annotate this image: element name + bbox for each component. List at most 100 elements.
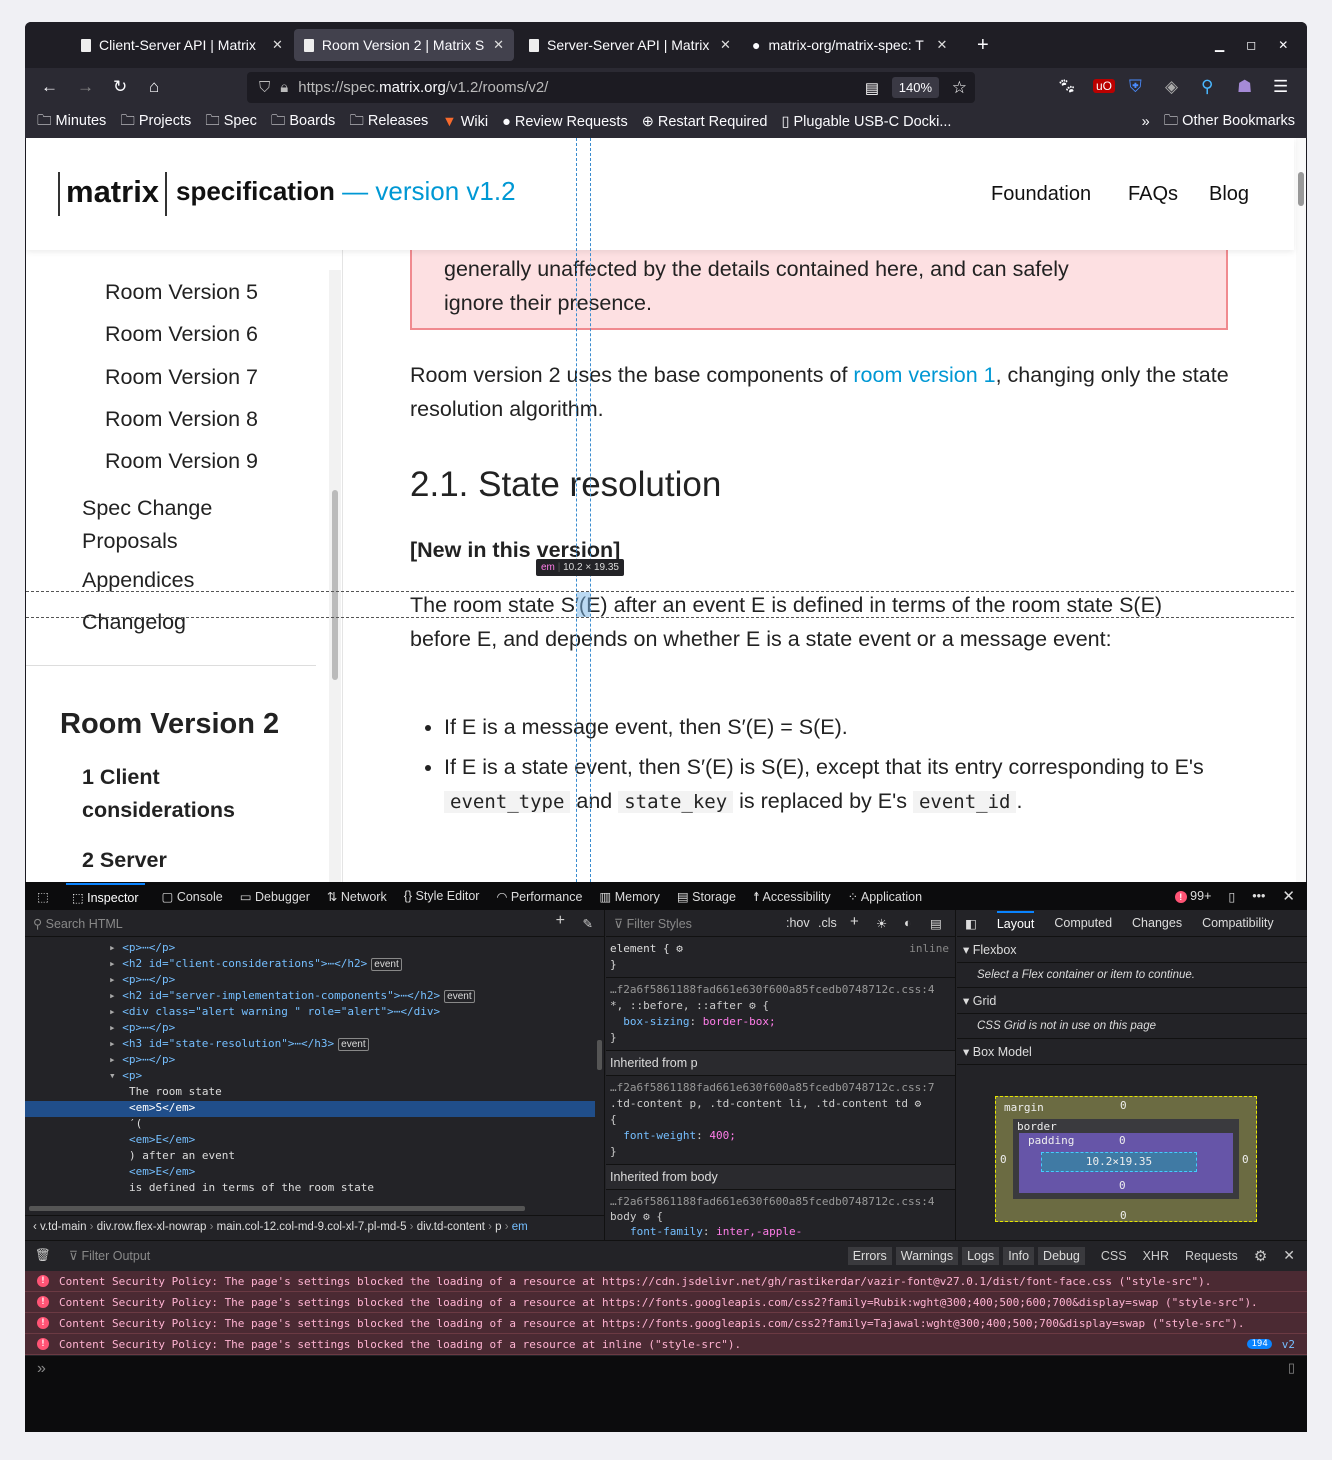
extension-icon[interactable]: 🐾︎ [1057, 77, 1076, 95]
console-input[interactable]: » ▯ [25, 1356, 1307, 1432]
tab-storage[interactable]: ▤ Storage [677, 889, 736, 904]
bookmark-minutes[interactable]: 🗀︎ Minutes [37, 110, 106, 135]
pick-element-icon[interactable]: ⬚ [37, 889, 49, 904]
expand-toggle-icon[interactable]: ▸ [109, 1005, 122, 1018]
responsive-mode-icon[interactable]: ▯ [1228, 889, 1235, 904]
bookmarks-overflow-button[interactable]: » [1142, 114, 1150, 130]
bookmark-releases[interactable]: 🗀︎ Releases [349, 110, 428, 135]
room-version-1-link[interactable]: room version 1 [853, 363, 995, 387]
bookmark-wiki[interactable]: ▼ Wiki [442, 114, 488, 130]
breadcrumb-prev[interactable]: ‹ [33, 1221, 40, 1233]
bookmark-spec[interactable]: 🗀︎ Spec [205, 110, 257, 135]
bookmark-other[interactable]: 🗀︎ Other Bookmarks [1164, 110, 1295, 135]
dark-mode-icon[interactable]: ◐ [904, 916, 912, 930]
sidebar-toggle-icon[interactable]: ◧ [965, 916, 977, 931]
print-icon[interactable]: ▤ [930, 916, 942, 931]
expand-toggle-icon[interactable]: ▸ [109, 957, 122, 970]
bitwarden-icon[interactable]: ⛨ [1129, 77, 1142, 97]
nav-foundation[interactable]: Foundation [991, 183, 1091, 206]
extension-icon[interactable]: ☗ [1237, 77, 1252, 97]
tab-layout[interactable]: Layout [996, 911, 1035, 935]
html-node[interactable]: is defined in terms of the room state [25, 1181, 595, 1197]
tab-github[interactable]: ● matrix-org/matrix-spec: T ✕ [742, 29, 957, 61]
toc-item[interactable]: 2 Server [82, 848, 167, 873]
close-split-console-icon[interactable]: ✕ [1283, 1247, 1295, 1264]
html-node[interactable]: ′( [25, 1117, 595, 1133]
sidebar-item[interactable]: Room Version 6 [105, 322, 258, 347]
flexbox-section[interactable]: ▾ Flexbox [957, 937, 1307, 963]
tab-console[interactable]: ▢ Console [162, 889, 223, 904]
sidebar-section[interactable]: Spec Change Proposals [82, 492, 262, 558]
tab-client-server[interactable]: Client-Server API | Matrix ✕ [71, 29, 293, 61]
tab-style-editor[interactable]: {} Style Editor [404, 889, 480, 903]
filter-output-input[interactable]: ⊽ Filter Output [69, 1248, 150, 1263]
trash-icon[interactable]: 🗑︎ [35, 1248, 51, 1263]
filter-debug[interactable]: Debug [1038, 1246, 1085, 1265]
sidebar-item[interactable]: Room Version 7 [105, 365, 258, 390]
zoom-level[interactable]: 140% [891, 77, 939, 98]
bookmark-boards[interactable]: 🗀︎ Boards [271, 110, 335, 135]
search-html-input[interactable]: ⚲ Search HTML + ✎ [25, 910, 605, 937]
filter-requests[interactable]: Requests [1185, 1249, 1238, 1263]
event-badge[interactable]: event [371, 958, 402, 971]
expand-toggle-icon[interactable]: ▸ [109, 1037, 122, 1050]
sidebar-scrollbar[interactable] [329, 270, 341, 882]
tab-application[interactable]: ⁘ Application [848, 889, 922, 904]
rule-source[interactable]: …f2a6f5861188fad661e630f600a85fcedb07487… [610, 1080, 951, 1096]
close-icon[interactable]: ✕ [493, 37, 504, 53]
tab-network[interactable]: ⇅ Network [327, 889, 387, 904]
filter-errors[interactable]: Errors [847, 1246, 892, 1265]
toc-item[interactable]: 1 Client considerations [82, 761, 282, 827]
bookmark-plugable[interactable]: ▯ Plugable USB-C Docki... [782, 114, 952, 130]
ublock-icon[interactable]: uO [1093, 79, 1116, 93]
expand-toggle-icon[interactable]: ▸ [109, 989, 122, 1002]
html-node[interactable]: ▸ <h3 id="state-resolution">⋯</h3> event [109, 1037, 369, 1051]
close-devtools-button[interactable]: ✕ [1282, 887, 1295, 905]
new-tab-button[interactable]: + [967, 29, 999, 61]
forward-button[interactable]: → [77, 77, 94, 97]
html-node[interactable]: ▾ <p> [109, 1069, 142, 1082]
tab-performance[interactable]: ◠ Performance [496, 889, 582, 904]
hov-button[interactable]: :hov [786, 916, 810, 930]
html-node[interactable]: ▸ <h2 id="server-implementation-componen… [109, 989, 475, 1003]
filter-styles-input[interactable]: ⊽ Filter Styles :hov .cls + ☀ ◐ ▤ [606, 910, 955, 937]
sidebar-item[interactable]: Room Version 8 [105, 407, 258, 432]
expand-toggle-icon[interactable]: ▸ [109, 973, 122, 986]
html-node[interactable]: ▸ <p>⋯</p> [109, 1021, 175, 1034]
close-icon[interactable]: ✕ [936, 37, 947, 53]
breadcrumb-item[interactable]: em [512, 1221, 528, 1233]
box-model-section[interactable]: ▾ Box Model [957, 1039, 1307, 1065]
close-icon[interactable]: ✕ [272, 37, 283, 53]
html-node[interactable]: ▸ <p>⋯</p> [109, 1053, 175, 1066]
reader-view-icon[interactable]: ▤ [865, 79, 879, 97]
html-node[interactable]: <em>E</em> [25, 1133, 595, 1149]
html-node[interactable]: ▸ <h2 id="client-considerations">⋯</h2> e… [109, 957, 402, 971]
page-scrollbar[interactable] [1296, 138, 1306, 882]
html-node[interactable]: ▸ <p>⋯</p> [109, 973, 175, 986]
event-badge[interactable]: event [444, 990, 475, 1003]
sidebar-section[interactable]: Changelog [82, 610, 186, 635]
breadcrumb-item[interactable]: div.td-content [417, 1221, 485, 1233]
selected-html-node[interactable]: <em>S</em> [25, 1101, 595, 1117]
minimize-button[interactable]: ▁ [1215, 38, 1224, 52]
bookmark-star-icon[interactable]: ☆ [952, 78, 967, 98]
expand-toggle-icon[interactable]: ▾ [109, 1069, 122, 1082]
html-node[interactable]: The room state [25, 1085, 595, 1101]
menu-icon[interactable]: ☰ [1273, 77, 1288, 97]
close-window-button[interactable]: ✕ [1278, 38, 1288, 52]
filter-warnings[interactable]: Warnings [895, 1246, 959, 1265]
html-node[interactable]: ▸ <div class="alert warning " role="aler… [109, 1005, 440, 1018]
breadcrumb-item[interactable]: main.col-12.col-md-9.col-xl-7.pl-md-5 [217, 1221, 407, 1233]
grid-section[interactable]: ▾ Grid [957, 988, 1307, 1014]
back-button[interactable]: ← [41, 77, 58, 97]
filter-xhr[interactable]: XHR [1143, 1249, 1169, 1263]
add-node-icon[interactable]: + [556, 912, 565, 930]
tab-compatibility[interactable]: Compatibility [1202, 916, 1274, 930]
tab-computed[interactable]: Computed [1054, 916, 1112, 930]
error-count[interactable]: ! 99+ [1174, 889, 1211, 903]
sidebar-item[interactable]: Room Version 9 [105, 449, 258, 474]
bookmark-projects[interactable]: 🗀︎ Projects [120, 110, 191, 135]
nav-blog[interactable]: Blog [1209, 183, 1249, 206]
expand-toggle-icon[interactable]: ▸ [109, 1021, 122, 1034]
html-scrollbar[interactable] [597, 1040, 602, 1070]
